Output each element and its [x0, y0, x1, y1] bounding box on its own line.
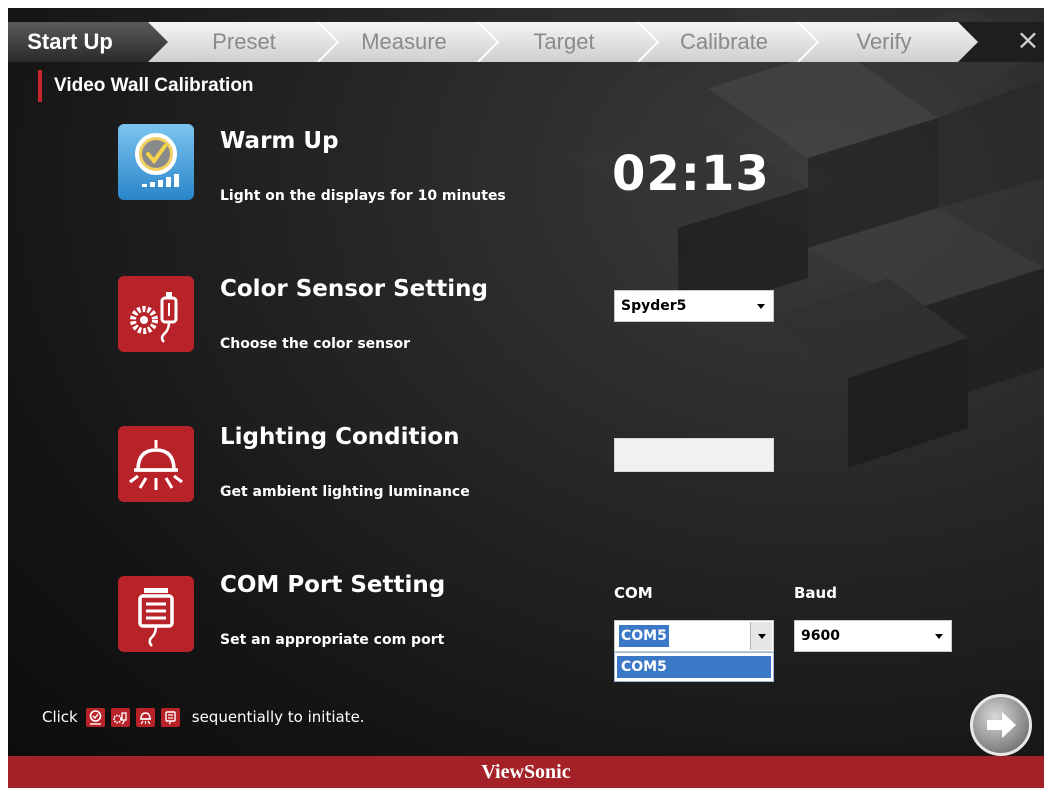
- sensor-usb-icon: [110, 707, 130, 727]
- step-target[interactable]: Target: [484, 22, 644, 62]
- com-select[interactable]: COM5: [614, 620, 774, 652]
- lighting-value-field: [614, 438, 774, 472]
- sensor-usb-icon[interactable]: [118, 276, 194, 352]
- step-verify[interactable]: Verify: [804, 22, 964, 62]
- chevron-down-icon: [935, 634, 943, 639]
- baud-select[interactable]: 9600: [794, 620, 952, 652]
- com-dropdown-button[interactable]: [750, 622, 772, 650]
- chevron-down-icon: [757, 304, 765, 309]
- com-dropdown-list: COM5: [614, 652, 774, 682]
- sensor-select[interactable]: Spyder5: [614, 290, 774, 322]
- com-label: COM: [614, 584, 653, 602]
- clock-display-icon[interactable]: [118, 124, 194, 200]
- hint-suffix: sequentially to initiate.: [191, 708, 365, 726]
- warmup-title: Warm Up: [220, 128, 339, 154]
- step-calibrate[interactable]: Calibrate: [644, 22, 804, 62]
- hint-prefix: Click: [42, 708, 78, 726]
- calibration-window: Start Up Preset Measure Target Calibrate…: [8, 8, 1044, 788]
- baud-label: Baud: [794, 584, 837, 602]
- step-measure[interactable]: Measure: [324, 22, 484, 62]
- com-port-description: Set an appropriate com port: [220, 632, 445, 648]
- sensor-title: Color Sensor Setting: [220, 276, 488, 302]
- step-preset[interactable]: Preset: [164, 22, 324, 62]
- close-icon[interactable]: ×: [1014, 26, 1042, 54]
- warmup-timer: 02:13: [612, 146, 770, 202]
- sensor-select-value: Spyder5: [621, 298, 687, 314]
- chevron-down-icon: [758, 634, 766, 639]
- com-select-value: COM5: [619, 625, 669, 647]
- sensor-description: Choose the color sensor: [220, 336, 410, 352]
- brand-footer: ViewSonic: [8, 756, 1044, 788]
- clock-display-icon: [85, 707, 105, 727]
- lighting-description: Get ambient lighting luminance: [220, 484, 470, 500]
- page-title: Video Wall Calibration: [38, 70, 254, 102]
- lamp-icon: [135, 707, 155, 727]
- instruction-hint: Click sequentially to initiate.: [42, 704, 365, 730]
- warmup-description: Light on the displays for 10 minutes: [220, 188, 506, 204]
- serial-port-icon[interactable]: [118, 576, 194, 652]
- baud-select-value: 9600: [801, 628, 840, 644]
- serial-port-icon: [160, 707, 180, 727]
- step-start-up[interactable]: Start Up: [8, 22, 150, 62]
- lamp-icon[interactable]: [118, 426, 194, 502]
- arrow-right-icon: [987, 712, 1016, 738]
- step-bar: Start Up Preset Measure Target Calibrate…: [8, 22, 1044, 62]
- lighting-title: Lighting Condition: [220, 424, 460, 450]
- brand-logo: ViewSonic: [481, 761, 571, 783]
- com-port-title: COM Port Setting: [220, 572, 446, 598]
- com-option[interactable]: COM5: [617, 656, 771, 678]
- next-button[interactable]: [970, 694, 1032, 756]
